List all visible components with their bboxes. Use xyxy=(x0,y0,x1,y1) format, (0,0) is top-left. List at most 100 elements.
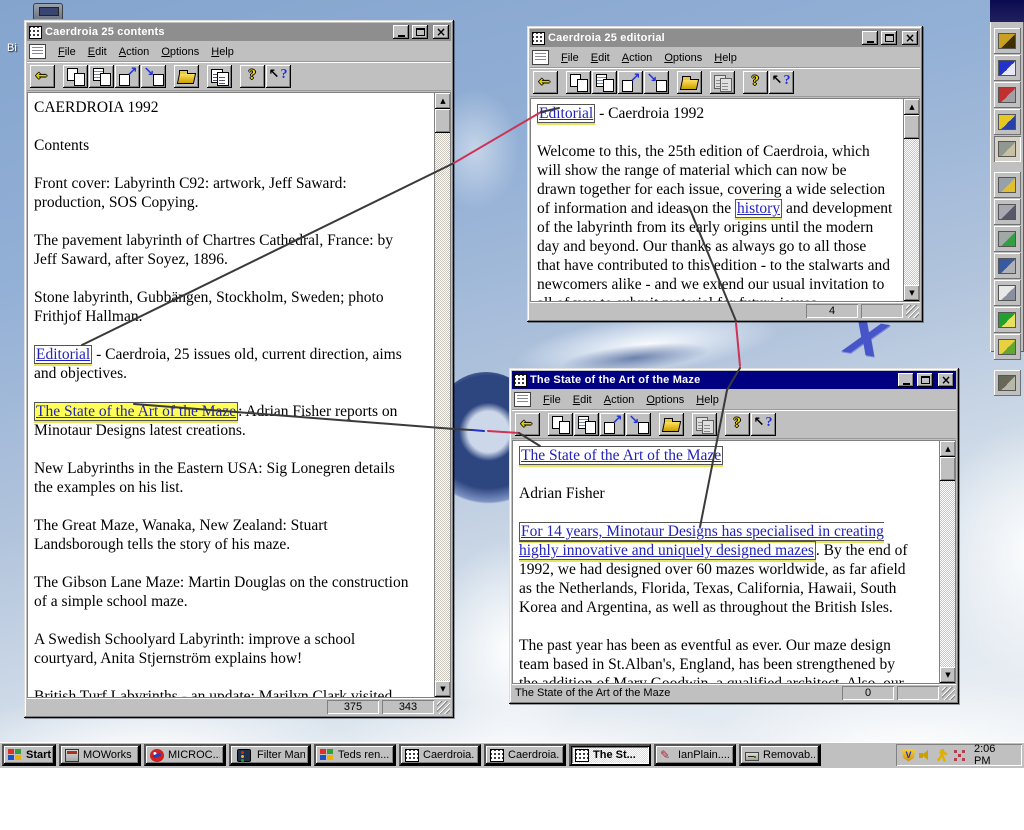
start-button[interactable]: Start xyxy=(2,744,56,766)
ctxhelp-button[interactable] xyxy=(769,71,794,94)
menu-item-help[interactable]: Help xyxy=(708,51,743,65)
minimize-button[interactable] xyxy=(862,31,878,45)
launcher-button-bulb[interactable] xyxy=(994,109,1021,135)
hyperlink[interactable]: The State of the Art of the Maze xyxy=(519,446,723,465)
menu-item-file[interactable]: File xyxy=(555,51,585,65)
scroll-down-button[interactable]: ▼ xyxy=(904,285,920,301)
back-button[interactable] xyxy=(515,413,540,436)
menu-item-options[interactable]: Options xyxy=(155,45,205,59)
launcher-button-stapler[interactable] xyxy=(994,82,1021,108)
maximize-button[interactable] xyxy=(412,25,428,39)
antivirus-shield-icon[interactable]: V xyxy=(902,749,915,762)
ctxhelp-button[interactable] xyxy=(751,413,776,436)
titlebar[interactable]: Caerdroia 25 editorial × xyxy=(530,29,920,47)
shortcut-bar-handle[interactable] xyxy=(990,0,1024,22)
desktop-icon[interactable] xyxy=(33,3,63,19)
launcher-button-device[interactable] xyxy=(994,199,1021,225)
titlebar[interactable]: Caerdroia 25 contents × xyxy=(27,23,451,41)
open-button[interactable] xyxy=(659,413,684,436)
launcher-button-wallet[interactable] xyxy=(994,370,1021,396)
link-back-button[interactable] xyxy=(644,71,669,94)
messenger-person-icon[interactable] xyxy=(936,749,949,762)
menu-item-help[interactable]: Help xyxy=(205,45,240,59)
paste-page-button[interactable] xyxy=(89,65,114,88)
link-back-button[interactable] xyxy=(141,65,166,88)
paste-page-button[interactable] xyxy=(574,413,599,436)
maximize-button[interactable] xyxy=(881,31,897,45)
help-button[interactable] xyxy=(240,65,265,88)
resize-grip[interactable] xyxy=(906,305,919,318)
vertical-scrollbar[interactable]: ▲ ▼ xyxy=(434,93,450,697)
virus-scanner-icon[interactable] xyxy=(953,749,966,762)
menu-item-options[interactable]: Options xyxy=(658,51,708,65)
app-icon[interactable] xyxy=(514,374,527,387)
menu-item-action[interactable]: Action xyxy=(616,51,659,65)
scrollbar-thumb[interactable] xyxy=(940,457,956,481)
task-button-moworks[interactable]: MOWorks xyxy=(59,744,141,766)
menu-item-action[interactable]: Action xyxy=(598,393,641,407)
task-button-teds-ren-[interactable]: Teds ren... xyxy=(314,744,396,766)
volume-icon[interactable] xyxy=(919,749,932,762)
launcher-button-print-share[interactable] xyxy=(994,172,1021,198)
link-forward-button[interactable] xyxy=(115,65,140,88)
scrollbar-thumb[interactable] xyxy=(435,109,451,133)
hyperlink[interactable]: The State of the Art of the Maze xyxy=(34,402,238,421)
help-button[interactable] xyxy=(725,413,750,436)
resize-grip[interactable] xyxy=(942,687,955,700)
paste-page-button[interactable] xyxy=(592,71,617,94)
menu-item-edit[interactable]: Edit xyxy=(567,393,598,407)
scrollbar-thumb[interactable] xyxy=(904,115,920,139)
titlebar[interactable]: The State of the Art of the Maze × xyxy=(512,371,956,389)
task-button-microc-[interactable]: MICROC... xyxy=(144,744,226,766)
task-button-caerdroia-[interactable]: Caerdroia... xyxy=(484,744,566,766)
vertical-scrollbar[interactable]: ▲ ▼ xyxy=(939,441,955,683)
document-icon[interactable] xyxy=(29,44,46,59)
launcher-button-package-n[interactable] xyxy=(994,307,1021,333)
launcher-button-recycle[interactable] xyxy=(994,226,1021,252)
maximize-button[interactable] xyxy=(917,373,933,387)
back-button[interactable] xyxy=(30,65,55,88)
back-button[interactable] xyxy=(533,71,558,94)
task-button-caerdroia-[interactable]: Caerdroia... xyxy=(399,744,481,766)
launcher-button-plug[interactable] xyxy=(994,136,1021,162)
task-button-filter-man-[interactable]: Filter Man... xyxy=(229,744,311,766)
launcher-button-bug[interactable] xyxy=(994,28,1021,54)
copy-page-button[interactable] xyxy=(548,413,573,436)
launcher-button-display[interactable] xyxy=(994,253,1021,279)
document-icon[interactable] xyxy=(532,50,549,65)
scroll-up-button[interactable]: ▲ xyxy=(435,93,451,109)
open-button[interactable] xyxy=(677,71,702,94)
copy-page-button[interactable] xyxy=(566,71,591,94)
task-button-removab-[interactable]: Removab... xyxy=(739,744,821,766)
minimize-button[interactable] xyxy=(898,373,914,387)
copy-page-button[interactable] xyxy=(63,65,88,88)
close-button[interactable]: × xyxy=(902,31,918,45)
menu-item-file[interactable]: File xyxy=(537,393,567,407)
document-icon[interactable] xyxy=(514,392,531,407)
app-icon[interactable] xyxy=(532,32,545,45)
menu-item-options[interactable]: Options xyxy=(640,393,690,407)
close-button[interactable]: × xyxy=(433,25,449,39)
ctxhelp-button[interactable] xyxy=(266,65,291,88)
open-button[interactable] xyxy=(174,65,199,88)
vertical-scrollbar[interactable]: ▲ ▼ xyxy=(903,99,919,301)
copy2-button[interactable] xyxy=(207,65,232,88)
minimize-button[interactable] xyxy=(393,25,409,39)
launcher-button-package[interactable] xyxy=(994,334,1021,360)
launcher-button-notes[interactable] xyxy=(994,280,1021,306)
hyperlink[interactable]: Editorial xyxy=(34,345,92,364)
close-button[interactable]: × xyxy=(938,373,954,387)
launcher-button-horseshoe[interactable] xyxy=(994,55,1021,81)
scroll-up-button[interactable]: ▲ xyxy=(904,99,920,115)
scroll-up-button[interactable]: ▲ xyxy=(940,441,956,457)
resize-grip[interactable] xyxy=(437,701,450,714)
task-button-ianplain-[interactable]: IanPlain.... xyxy=(654,744,736,766)
task-button-the-st-[interactable]: The St... xyxy=(569,744,651,766)
link-back-button[interactable] xyxy=(626,413,651,436)
menu-item-action[interactable]: Action xyxy=(113,45,156,59)
menu-item-file[interactable]: File xyxy=(52,45,82,59)
menu-item-edit[interactable]: Edit xyxy=(585,51,616,65)
menu-item-help[interactable]: Help xyxy=(690,393,725,407)
menu-item-edit[interactable]: Edit xyxy=(82,45,113,59)
app-icon[interactable] xyxy=(29,26,42,39)
